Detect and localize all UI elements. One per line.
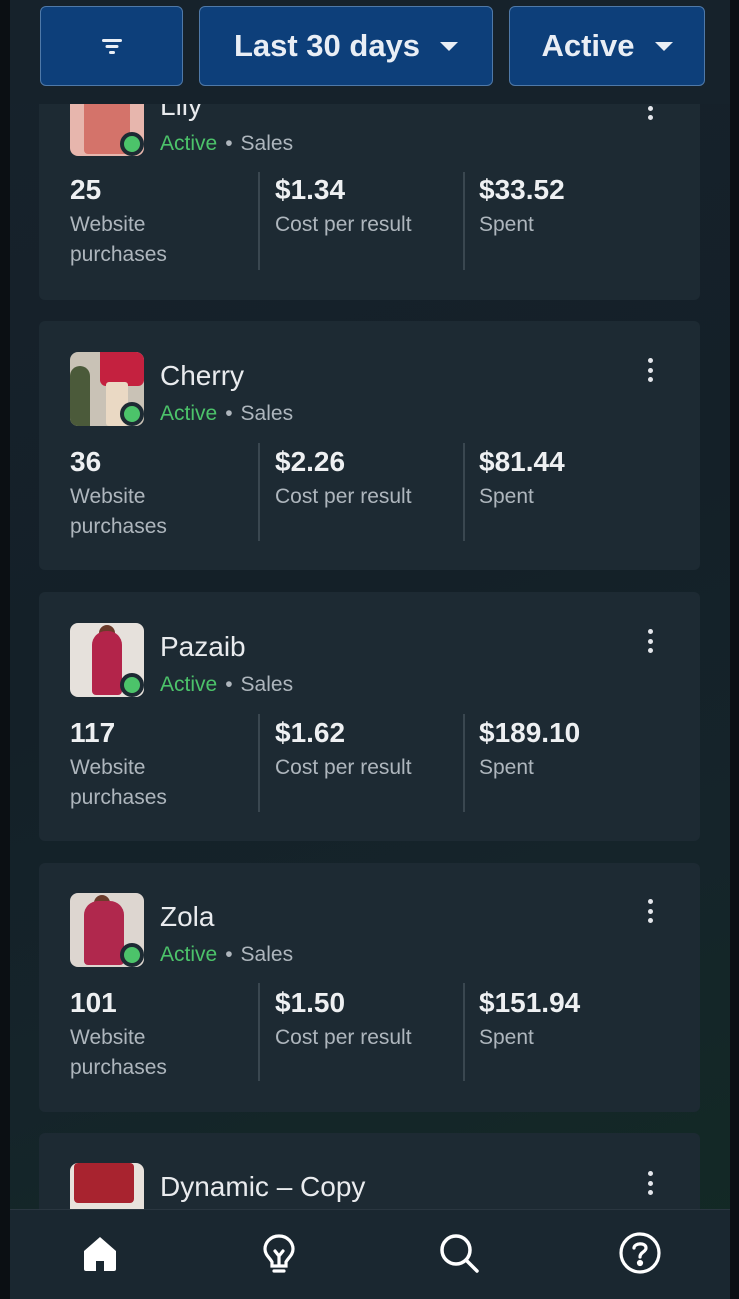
bottom-navigation xyxy=(10,1209,730,1299)
left-edge xyxy=(0,0,10,1299)
divider xyxy=(463,443,465,541)
spent-label: Spent xyxy=(479,213,534,236)
spent-label: Spent xyxy=(479,1026,534,1049)
spent-metric: $151.94 Spent xyxy=(479,987,669,1053)
cost-per-result-metric: $2.26 Cost per result xyxy=(275,446,465,512)
cost-per-result-metric: $1.50 Cost per result xyxy=(275,987,465,1053)
cost-per-result-label: Cost per result xyxy=(275,485,412,508)
results-value: 25 xyxy=(70,174,102,205)
results-metric: 101 Website purchases xyxy=(70,987,260,1083)
active-status-dot xyxy=(120,673,144,697)
results-label: Website purchases xyxy=(70,485,167,538)
more-options-icon[interactable] xyxy=(646,1171,654,1195)
spent-value: $189.10 xyxy=(479,717,581,748)
nav-insights[interactable] xyxy=(254,1228,304,1278)
results-label: Website purchases xyxy=(70,1026,167,1079)
ad-name: Dynamic – Copy xyxy=(160,1171,366,1202)
ad-name: Pazaib xyxy=(160,631,246,662)
status-text: Active xyxy=(160,132,218,155)
lightbulb-icon xyxy=(263,1234,295,1273)
search-icon xyxy=(440,1234,479,1273)
spent-label: Spent xyxy=(479,756,534,779)
spent-value: $151.94 xyxy=(479,987,581,1018)
more-options-icon[interactable] xyxy=(646,899,654,923)
spent-label: Spent xyxy=(479,485,534,508)
home-icon xyxy=(84,1237,116,1271)
divider xyxy=(258,443,260,541)
help-icon xyxy=(619,1232,661,1274)
objective-text: Sales xyxy=(240,943,294,966)
cost-per-result-label: Cost per result xyxy=(275,213,412,236)
cost-per-result-label: Cost per result xyxy=(275,1026,412,1049)
ad-status-line: Active • Sales xyxy=(160,402,294,425)
spent-metric: $33.52 Spent xyxy=(479,174,669,240)
results-label: Website purchases xyxy=(70,756,167,809)
spent-value: $33.52 xyxy=(479,174,565,205)
objective-text: Sales xyxy=(240,673,294,696)
status-text: Active xyxy=(160,673,218,696)
results-label: Website purchases xyxy=(70,213,167,266)
cost-per-result-value: $1.50 xyxy=(275,987,346,1018)
active-status-dot xyxy=(120,402,144,426)
nav-help[interactable] xyxy=(615,1228,665,1278)
results-metric: 25 Website purchases xyxy=(70,174,260,270)
right-edge xyxy=(730,0,739,1299)
active-status-dot xyxy=(120,943,144,967)
ad-card[interactable]: Cherry Active • Sales 36 Website purchases… xyxy=(39,321,700,570)
spent-value: $81.44 xyxy=(479,446,565,477)
ad-card[interactable]: Pazaib Active • Sales 117 Website purchase… xyxy=(39,592,700,841)
cost-per-result-label: Cost per result xyxy=(275,756,412,779)
status-dropdown[interactable]: Active xyxy=(509,6,705,86)
divider xyxy=(258,172,260,270)
ads-manager-screen: Lily Active • Sales 25 Website purchases $… xyxy=(0,0,739,1299)
divider xyxy=(258,714,260,812)
results-metric: 36 Website purchases xyxy=(70,446,260,542)
status-text: Active xyxy=(160,943,218,966)
objective-text: Sales xyxy=(240,402,294,425)
objective-text: Sales xyxy=(240,132,294,155)
divider xyxy=(463,983,465,1081)
cost-per-result-value: $1.34 xyxy=(275,174,346,205)
results-value: 101 xyxy=(70,987,117,1018)
date-range-label: Last 30 days xyxy=(233,28,421,63)
active-status-dot xyxy=(120,132,144,156)
ad-status-line: Active • Sales xyxy=(160,132,294,155)
cost-per-result-metric: $1.34 Cost per result xyxy=(275,174,465,240)
more-options-icon[interactable] xyxy=(646,629,654,653)
ad-name: Cherry xyxy=(160,360,245,391)
cost-per-result-value: $2.26 xyxy=(275,446,346,477)
divider xyxy=(463,714,465,812)
ad-card[interactable]: Zola Active • Sales 101 Website purchases … xyxy=(39,863,700,1112)
cost-per-result-metric: $1.62 Cost per result xyxy=(275,717,465,783)
ad-name: Zola xyxy=(160,901,215,932)
spent-metric: $189.10 Spent xyxy=(479,717,669,783)
ad-status-line: Active • Sales xyxy=(160,673,294,696)
filter-bar: Last 30 days Active xyxy=(10,0,730,104)
nav-search[interactable] xyxy=(434,1228,484,1278)
cost-per-result-value: $1.62 xyxy=(275,717,346,748)
divider xyxy=(258,983,260,1081)
results-value: 117 xyxy=(70,717,116,748)
spent-metric: $81.44 Spent xyxy=(479,446,669,512)
ad-status-line: Active • Sales xyxy=(160,943,294,966)
results-metric: 117 Website purchases xyxy=(70,717,260,813)
date-range-dropdown[interactable]: Last 30 days xyxy=(199,6,493,86)
status-filter-label: Active xyxy=(541,28,635,63)
status-text: Active xyxy=(160,402,218,425)
caret-down-icon xyxy=(654,41,673,51)
caret-down-icon xyxy=(440,41,459,51)
divider xyxy=(463,172,465,270)
more-options-icon[interactable] xyxy=(646,358,654,382)
nav-home[interactable] xyxy=(75,1228,125,1278)
filter-icon xyxy=(101,37,123,55)
filter-button[interactable] xyxy=(40,6,183,86)
results-value: 36 xyxy=(70,446,102,477)
